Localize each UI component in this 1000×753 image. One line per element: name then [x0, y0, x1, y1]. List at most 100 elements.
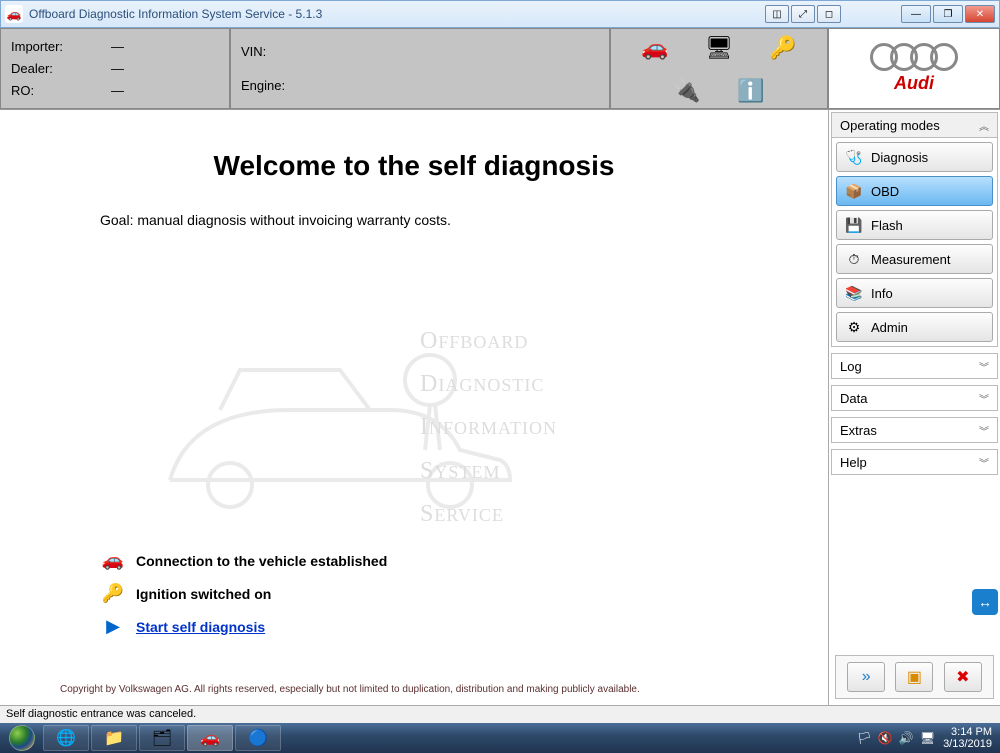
aux-button-1[interactable]: ◫ [765, 5, 789, 23]
vin-value [311, 44, 599, 59]
forward-button[interactable]: » [847, 662, 885, 692]
ignition-text: Ignition switched on [136, 586, 271, 602]
sidebar-label: Admin [871, 320, 908, 335]
obd-icon: 📦 [845, 183, 863, 200]
status-start: ▶ Start self diagnosis [100, 616, 768, 637]
brand-name: Audi [894, 73, 934, 94]
tray-volume-icon[interactable]: 🔊 [899, 731, 914, 745]
body-area: Welcome to the self diagnosis Goal: manu… [0, 110, 1000, 705]
play-icon: ▶ [100, 616, 126, 637]
collapse-icon: ︽ [979, 118, 989, 133]
window-controls: — ❐ ✕ [901, 5, 995, 23]
info-icon[interactable]: ℹ️ [734, 77, 768, 105]
dealer-label: Dealer: [11, 61, 81, 76]
key-status-icon: 🔑 [100, 583, 126, 604]
page-title: Welcome to the self diagnosis [60, 150, 768, 182]
tray-clock[interactable]: 3:14 PM 3/13/2019 [943, 726, 992, 750]
window-title: Offboard Diagnostic Information System S… [29, 7, 765, 21]
copyright-text: Copyright by Volkswagen AG. All rights r… [60, 684, 768, 695]
ro-value: — [81, 83, 219, 98]
sidebar-item-diagnosis[interactable]: 🩺 Diagnosis [836, 142, 993, 172]
car-status-icon: 🚗 [100, 550, 126, 571]
teamviewer-float-button[interactable]: ↔ [972, 589, 998, 615]
info-panel-dealer: Importer:— Dealer:— RO:— [0, 28, 230, 109]
main-content: Welcome to the self diagnosis Goal: manu… [0, 110, 828, 705]
info-panel-vehicle: VIN: Engine: [230, 28, 610, 109]
sidebar-label: Flash [871, 218, 903, 233]
usb-icon[interactable]: 🔌 [670, 77, 704, 105]
minimize-button[interactable]: — [901, 5, 931, 23]
tray-flag-icon[interactable]: 🏳 [857, 731, 872, 745]
start-self-diagnosis-link[interactable]: Start self diagnosis [136, 619, 265, 635]
stethoscope-icon: 🩺 [845, 149, 863, 166]
sidebar-label: Measurement [871, 252, 950, 267]
aux-button-3[interactable]: ◻ [817, 5, 841, 23]
aux-button-2[interactable]: ⤢ [791, 5, 815, 23]
taskbar: 🌐 📁 🗂 🚗 🔵 🏳 🔇 🔊 🖥 3:14 PM 3/13/2019 [0, 723, 1000, 753]
status-message: Self diagnostic entrance was canceled. [6, 708, 196, 720]
books-icon: 📚 [845, 285, 863, 302]
panel-help[interactable]: Help︾ [831, 449, 998, 475]
network-icon[interactable]: 🖥 [702, 34, 736, 62]
header-bar: Importer:— Dealer:— RO:— VIN: Engine: 🚗 … [0, 28, 1000, 110]
goal-text: Goal: manual diagnosis without invoicing… [100, 212, 768, 228]
task-ie[interactable]: 🌐 [43, 725, 89, 751]
sidebar: Operating modes ︽ 🩺 Diagnosis 📦 OBD 💾 Flash… [828, 110, 1000, 705]
operating-modes-label: Operating modes [840, 118, 940, 133]
maximize-button[interactable]: ❐ [933, 5, 963, 23]
app-icon: 🚗 [5, 5, 23, 23]
disk-icon: 💾 [845, 217, 863, 234]
expand-icon: ︾ [979, 455, 989, 470]
engine-label: Engine: [241, 78, 311, 93]
task-folder[interactable]: 🗂 [139, 725, 185, 751]
stop-button[interactable]: ✖ [944, 662, 982, 692]
task-odis[interactable]: 🚗 [187, 725, 233, 751]
key-icon[interactable]: 🔑 [766, 34, 800, 62]
tray-time: 3:14 PM [943, 726, 992, 738]
dealer-value: — [81, 61, 219, 76]
panel-log[interactable]: Log︾ [831, 353, 998, 379]
brand-logo-panel: Audi [828, 28, 1000, 109]
sidebar-item-obd[interactable]: 📦 OBD [836, 176, 993, 206]
sidebar-label: Info [871, 286, 893, 301]
expand-icon: ︾ [979, 391, 989, 406]
status-list: 🚗 Connection to the vehicle established … [100, 550, 768, 649]
gauge-icon: ⏱ [845, 251, 863, 268]
panel-extras[interactable]: Extras︾ [831, 417, 998, 443]
importer-value: — [81, 39, 219, 54]
expand-icon: ︾ [979, 423, 989, 438]
sidebar-item-flash[interactable]: 💾 Flash [836, 210, 993, 240]
sidebar-item-admin[interactable]: ⚙ Admin [836, 312, 993, 342]
system-tray: 🏳 🔇 🔊 🖥 3:14 PM 3/13/2019 [857, 726, 998, 750]
sidebar-label: Diagnosis [871, 150, 928, 165]
engine-value [311, 78, 599, 93]
status-ignition: 🔑 Ignition switched on [100, 583, 768, 604]
tray-battery-icon[interactable]: 🖥 [920, 731, 935, 745]
task-explorer[interactable]: 📁 [91, 725, 137, 751]
operating-modes-header[interactable]: Operating modes ︽ [831, 112, 998, 138]
start-button[interactable] [2, 724, 42, 752]
panel-data[interactable]: Data︾ [831, 385, 998, 411]
sidebar-item-measurement[interactable]: ⏱ Measurement [836, 244, 993, 274]
car-icon[interactable]: 🚗 [638, 34, 672, 62]
tray-date: 3/13/2019 [943, 738, 992, 750]
gear-icon: ⚙ [845, 319, 863, 336]
tray-icons[interactable]: 🏳 🔇 🔊 🖥 [857, 731, 935, 745]
audi-rings-icon [870, 43, 958, 71]
ro-label: RO: [11, 83, 81, 98]
task-teamviewer[interactable]: 🔵 [235, 725, 281, 751]
tray-network-icon[interactable]: 🔇 [878, 731, 893, 745]
window-titlebar: 🚗 Offboard Diagnostic Information System… [0, 0, 1000, 28]
operating-modes-body: 🩺 Diagnosis 📦 OBD 💾 Flash ⏱ Measurement 📚 Inf… [831, 138, 998, 347]
sidebar-label: OBD [871, 184, 899, 199]
connection-text: Connection to the vehicle established [136, 553, 387, 569]
status-connection: 🚗 Connection to the vehicle established [100, 550, 768, 571]
titlebar-aux-controls: ◫ ⤢ ◻ [765, 5, 841, 23]
tool-panel: 🚗 🖥 🔑 🔌 ℹ️ [610, 28, 828, 109]
bottom-controls: » ▣ ✖ [835, 655, 994, 699]
sidebar-item-info[interactable]: 📚 Info [836, 278, 993, 308]
close-button[interactable]: ✕ [965, 5, 995, 23]
windows-orb-icon [9, 725, 35, 751]
importer-label: Importer: [11, 39, 81, 54]
bounds-button[interactable]: ▣ [895, 662, 933, 692]
